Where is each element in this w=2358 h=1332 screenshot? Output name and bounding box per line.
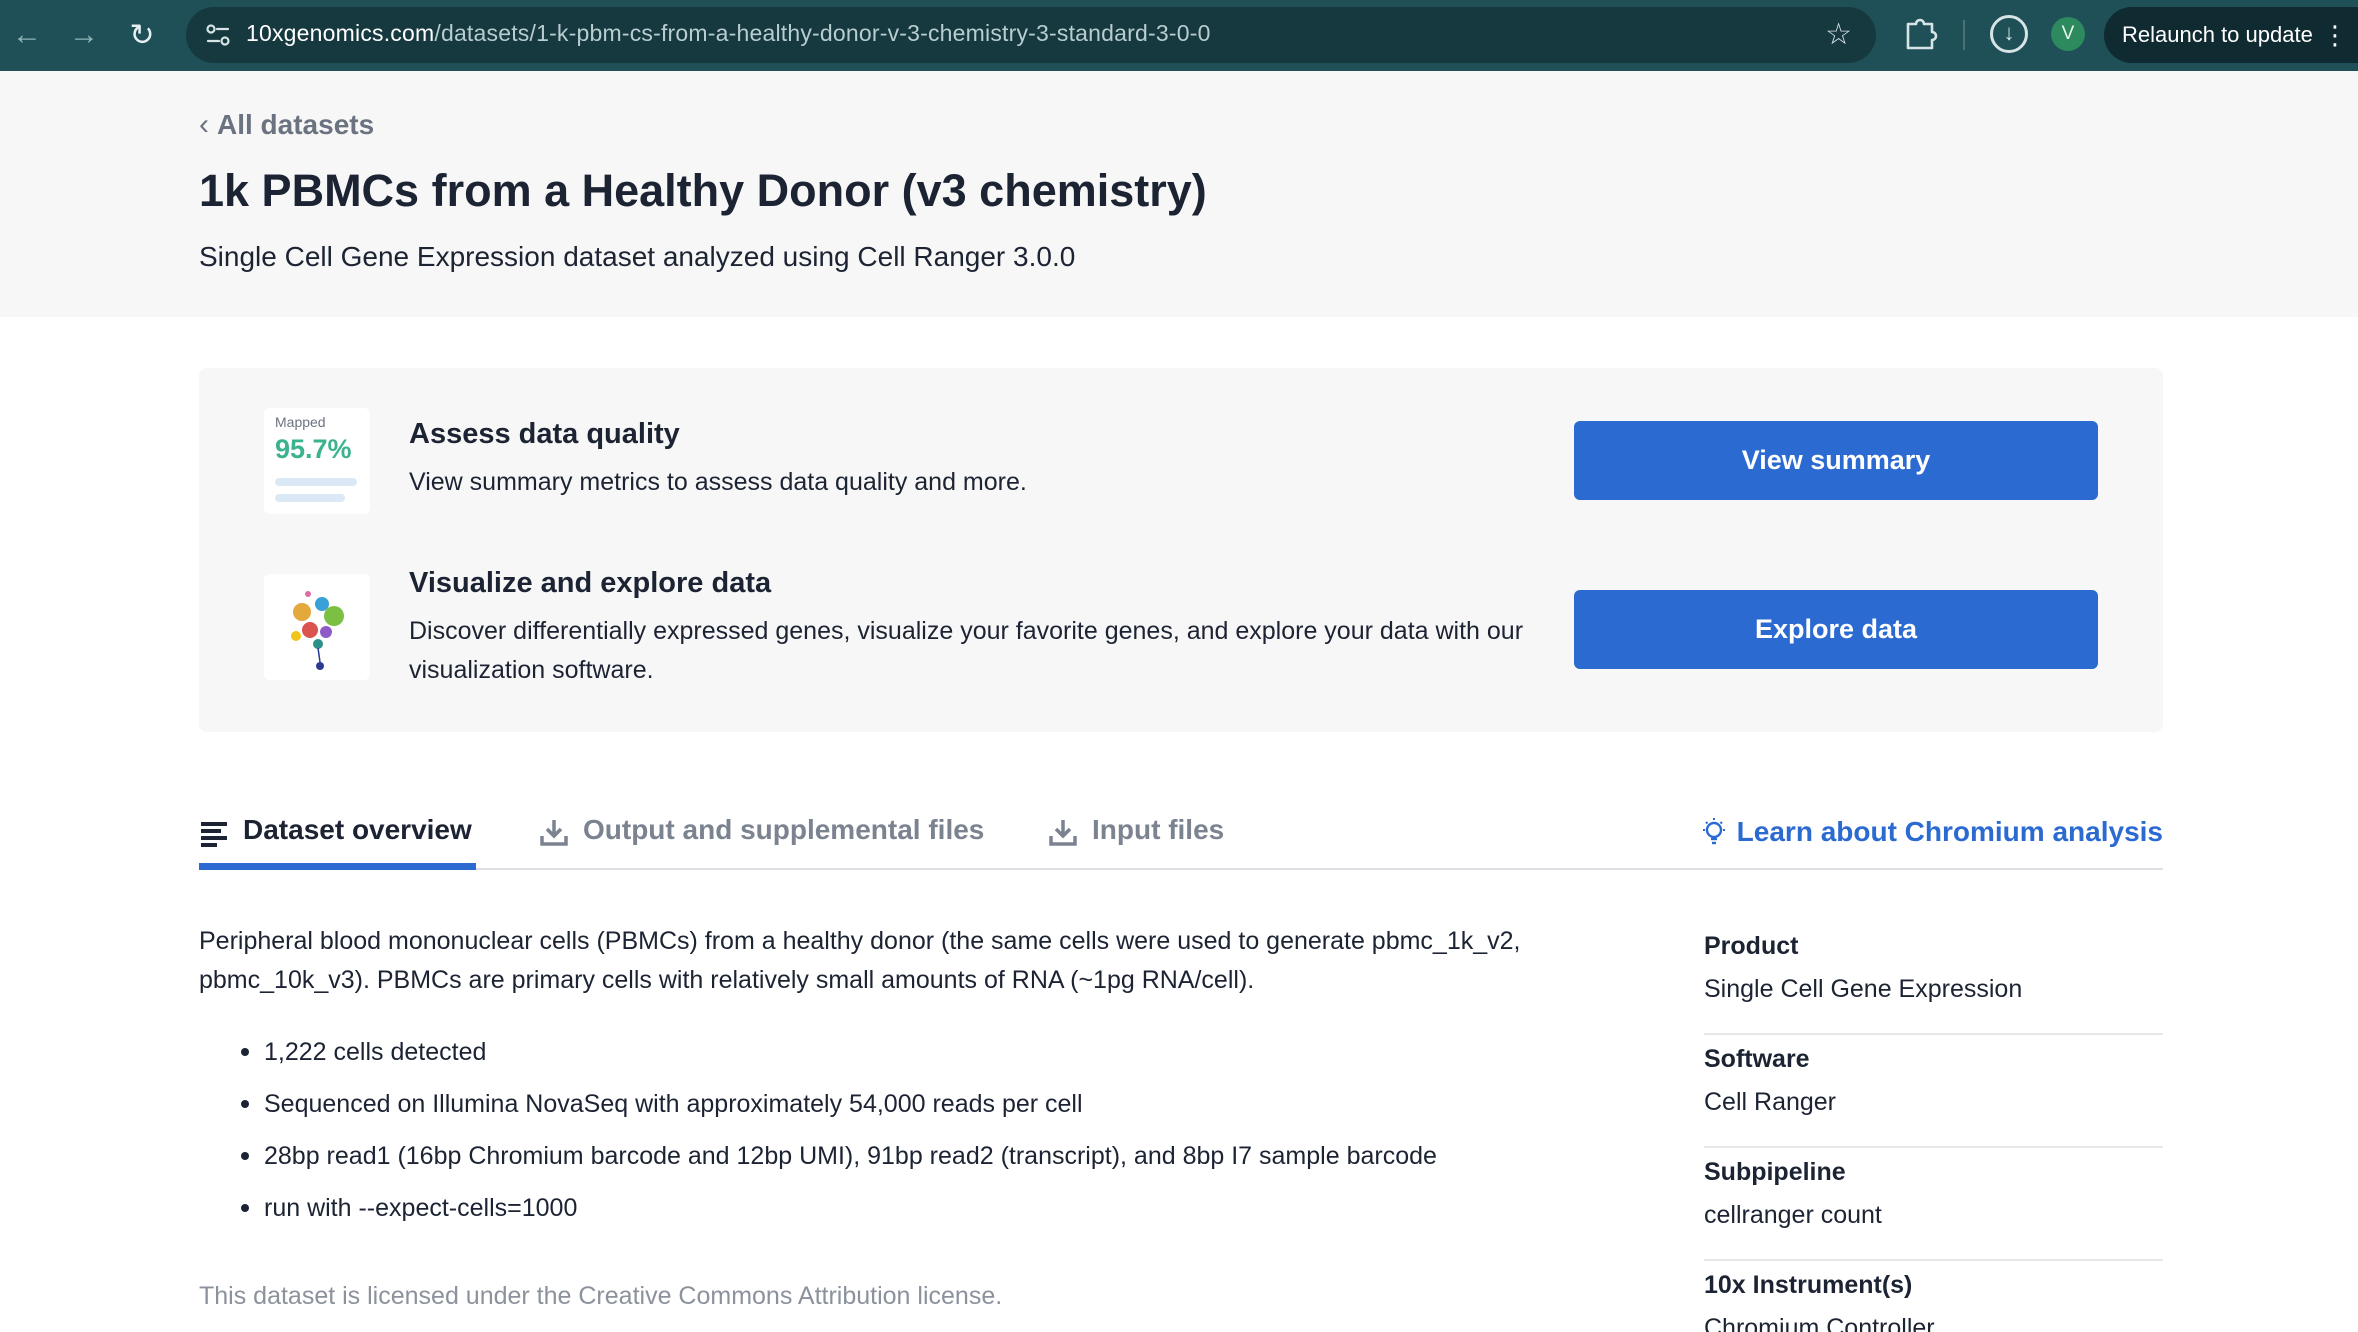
dataset-metadata: Product Single Cell Gene Expression Soft… [1704, 922, 2163, 1332]
umap-visualization-thumbnail [264, 574, 370, 680]
extensions-puzzle-icon[interactable] [1902, 14, 1938, 54]
mapped-value: 95.7% [275, 434, 352, 464]
metadata-value: Chromium Controller [1704, 1314, 1935, 1332]
metadata-value: Cell Ranger [1704, 1088, 1837, 1116]
metadata-label: Product [1704, 932, 1799, 960]
thumbnail-bar [275, 494, 345, 502]
metadata-software: Software Cell Ranger [1704, 1035, 2163, 1148]
url-host: 10xgenomics.com [246, 20, 435, 46]
metadata-product: Product Single Cell Gene Expression [1704, 922, 2163, 1035]
view-summary-button[interactable]: View summary [1574, 421, 2098, 500]
thumbnail-bar [275, 478, 357, 486]
assess-quality-text: View summary metrics to assess data qual… [409, 468, 1027, 496]
download-indicator-icon[interactable]: ↓ [1990, 15, 2028, 53]
page-title: 1k PBMCs from a Healthy Donor (v3 chemis… [199, 165, 1207, 216]
metadata-label: Software [1704, 1045, 1810, 1073]
toolbar-divider [1963, 20, 1965, 50]
lightbulb-icon [1702, 818, 1725, 845]
back-arrow-icon[interactable]: ← [6, 14, 48, 56]
bookmark-star-icon[interactable]: ☆ [1825, 17, 1852, 52]
browser-toolbar: ← → ↻ 10xgenomics.com/datasets/1-k-pbm-c… [0, 0, 2358, 71]
all-datasets-label: All datasets [217, 109, 375, 140]
relaunch-update-button[interactable]: Relaunch to update ⋮ [2104, 7, 2358, 63]
mapped-label: Mapped [275, 414, 326, 430]
url-text: 10xgenomics.com/datasets/1-k-pbm-cs-from… [246, 20, 1211, 47]
metadata-value: cellranger count [1704, 1201, 1882, 1229]
tab-input-files[interactable]: Input files [1048, 806, 1224, 870]
download-icon [1049, 820, 1077, 846]
list-icon [201, 822, 227, 847]
learn-chromium-label: Learn about Chromium analysis [1736, 816, 2163, 847]
page-header: ‹ All datasets 1k PBMCs from a Healthy D… [0, 71, 2358, 317]
dataset-description: Peripheral blood mononuclear cells (PBMC… [199, 927, 1521, 994]
metadata-subpipeline: Subpipeline cellranger count [1704, 1148, 2163, 1261]
tab-output-files[interactable]: Output and supplemental files [539, 806, 984, 870]
list-item: 1,222 cells detected [241, 1026, 1599, 1078]
tab-label: Output and supplemental files [583, 814, 985, 845]
explore-data-button[interactable]: Explore data [1574, 590, 2098, 669]
mapped-metric-thumbnail: Mapped 95.7% [264, 408, 370, 514]
visualize-data-text: Discover differentially expressed genes,… [409, 617, 1524, 684]
visualize-data-heading: Visualize and explore data [409, 567, 772, 599]
metadata-value: Single Cell Gene Expression [1704, 975, 2023, 1003]
address-bar[interactable]: 10xgenomics.com/datasets/1-k-pbm-cs-from… [186, 7, 1876, 63]
chevron-left-icon: ‹ [199, 108, 209, 141]
learn-chromium-link[interactable]: Learn about Chromium analysis [1699, 816, 2163, 848]
all-datasets-link[interactable]: ‹ All datasets [199, 108, 374, 142]
dataset-overview-panel: Peripheral blood mononuclear cells (PBMC… [199, 922, 1599, 1234]
dataset-tabs: Dataset overview Output and supplemental… [199, 806, 2163, 870]
tab-dataset-overview[interactable]: Dataset overview [199, 806, 476, 870]
tab-label: Input files [1092, 814, 1225, 845]
relaunch-label: Relaunch to update [2122, 22, 2313, 47]
site-info-icon[interactable] [202, 19, 234, 51]
url-path: /datasets/1-k-pbm-cs-from-a-healthy-dono… [434, 20, 1211, 46]
reload-icon[interactable]: ↻ [121, 14, 163, 56]
metadata-instrument: 10x Instrument(s) Chromium Controller [1704, 1261, 2163, 1332]
tab-label: Dataset overview [243, 814, 472, 845]
more-menu-icon[interactable]: ⋮ [2322, 7, 2348, 63]
page-subtitle: Single Cell Gene Expression dataset anal… [199, 241, 1076, 272]
profile-avatar[interactable]: V [2051, 17, 2085, 51]
list-item: 28bp read1 (16bp Chromium barcode and 12… [241, 1130, 1599, 1182]
list-item: Sequenced on Illumina NovaSeq with appro… [241, 1078, 1599, 1130]
license-text: This dataset is licensed under the Creat… [199, 1282, 1003, 1310]
dataset-actions-card: Mapped 95.7% Assess data quality View su… [199, 368, 2163, 732]
list-item: run with --expect-cells=1000 [241, 1182, 1599, 1234]
forward-arrow-icon[interactable]: → [63, 14, 105, 56]
metadata-label: 10x Instrument(s) [1704, 1271, 1913, 1299]
dataset-facts-list: 1,222 cells detected Sequenced on Illumi… [199, 1026, 1599, 1234]
assess-quality-heading: Assess data quality [409, 418, 680, 450]
download-icon [540, 820, 568, 846]
metadata-label: Subpipeline [1704, 1158, 1846, 1186]
